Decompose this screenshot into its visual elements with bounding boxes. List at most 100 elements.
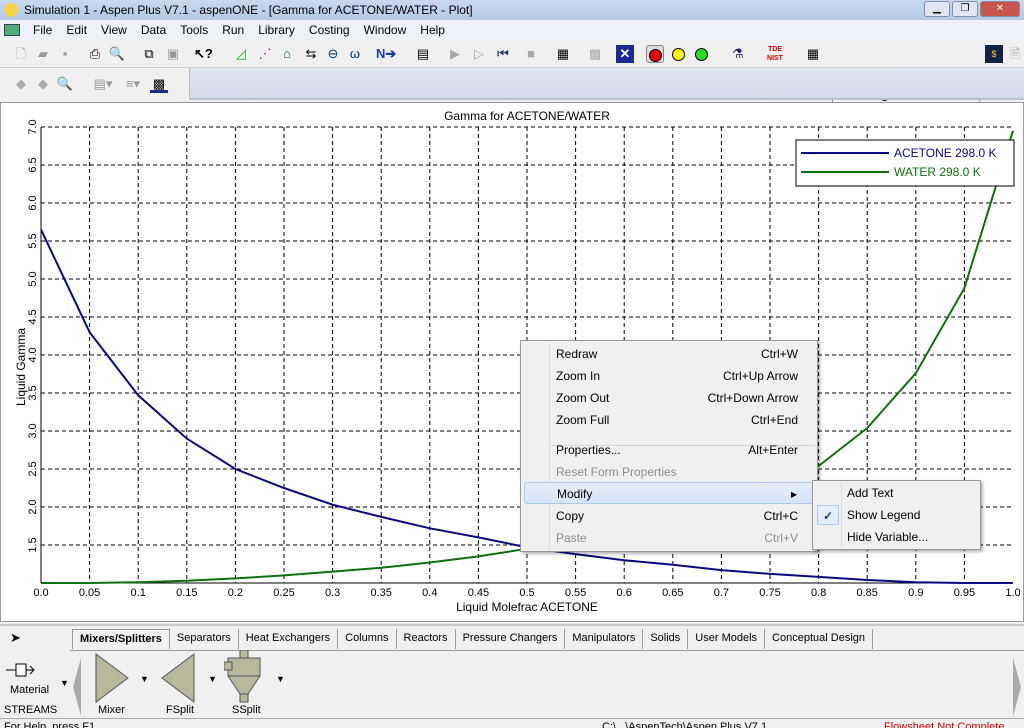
menu-item-copy[interactable]: Copy Ctrl+C <box>524 505 814 527</box>
y-tick-label: 2.0 <box>27 499 39 514</box>
menu-run[interactable]: Run <box>215 23 251 37</box>
legend-label: WATER 298.0 K <box>894 165 981 179</box>
model-fsplit[interactable]: FSplit ▼ <box>160 652 222 718</box>
x-tick-label: 0.2 <box>228 587 243 599</box>
grid-icon[interactable]: ▦ <box>804 45 822 63</box>
green-light-icon[interactable] <box>692 45 710 63</box>
forward-icon[interactable]: ◆ <box>34 75 52 93</box>
menu-file[interactable]: File <box>26 23 59 37</box>
menu-item-zoom-in[interactable]: Zoom In Ctrl+Up Arrow <box>524 365 814 387</box>
submenu-item-hide-variable[interactable]: Hide Variable... <box>815 526 978 548</box>
report-icon[interactable]: 🗎 <box>1006 45 1024 63</box>
menu-item-zoom-full[interactable]: Zoom Full Ctrl+End <box>524 409 814 431</box>
material-stream-button[interactable]: Material STREAMS ▼ <box>4 660 69 720</box>
paste-icon[interactable]: ▣ <box>164 45 182 63</box>
document-icon[interactable] <box>4 24 20 36</box>
dropdown-arrow-icon: ▼ <box>276 674 285 684</box>
print-preview-icon[interactable]: 🔍 <box>108 45 126 63</box>
x-tick-label: 0.7 <box>714 587 729 599</box>
tab-manipulators[interactable]: Manipulators <box>565 629 644 649</box>
x-tick-label: 0.35 <box>370 587 391 599</box>
status-path: C:\...\AspenTech\Aspen Plus V7.1 <box>602 721 768 728</box>
stream-icon[interactable]: ⇆ <box>302 45 320 63</box>
check-icon[interactable]: ▩ <box>586 45 604 63</box>
tab-reactors[interactable]: Reactors <box>397 629 456 649</box>
x-tick-label: 0.6 <box>617 587 632 599</box>
menu-help[interactable]: Help <box>413 23 452 37</box>
whats-this-icon[interactable]: ↖? <box>194 45 213 63</box>
menu-edit[interactable]: Edit <box>59 23 94 37</box>
plot-type-dropdown-icon[interactable]: ▤▾ <box>90 75 116 93</box>
main-toolbar: 🗋 ▰ ▪ ⎙ 🔍 ⧉ ▣ ↖? ◿ ⋰ ⌂ ⇆ ⊖ ω N➔ ▤ ▶ ▷ ⏮ … <box>0 40 1024 104</box>
tab-user-models[interactable]: User Models <box>688 629 766 649</box>
menu-window[interactable]: Window <box>357 23 414 37</box>
app-icon <box>4 3 18 17</box>
yellow-light-icon[interactable] <box>669 45 687 63</box>
tab-columns[interactable]: Columns <box>338 629 397 649</box>
line-style-dropdown-icon[interactable]: ≡▾ <box>120 75 146 93</box>
restore-button[interactable]: ❐ <box>952 1 978 17</box>
run-icon[interactable]: ▶ <box>446 45 464 63</box>
new-icon[interactable]: 🗋 <box>12 45 30 63</box>
results-icon[interactable]: ▦ <box>554 45 572 63</box>
menu-bar: File Edit View Data Tools Run Library Co… <box>0 20 1024 58</box>
submenu-item-add-text[interactable]: Add Text <box>815 482 978 504</box>
tab-solids[interactable]: Solids <box>643 629 689 649</box>
tab-mixers-splitters[interactable]: Mixers/Splitters <box>72 629 170 649</box>
modify-submenu: Add Text ✓ Show Legend Hide Variable... <box>812 480 981 550</box>
print-icon[interactable]: ⎙ <box>86 45 104 63</box>
next-icon[interactable]: N➔ <box>376 45 396 63</box>
y-tick-label: 5.0 <box>27 271 39 286</box>
dropdown-arrow-icon: ▼ <box>60 678 69 688</box>
menu-library[interactable]: Library <box>251 23 302 37</box>
zoom-icon[interactable]: 🔍 <box>56 75 74 93</box>
analysis-icon[interactable]: ω <box>346 45 364 63</box>
data-browser-icon[interactable]: ◿ <box>232 45 250 63</box>
menu-item-properties[interactable]: Properties... Alt+Enter <box>524 439 814 461</box>
cost-icon[interactable]: $ <box>985 45 1003 63</box>
flask-icon[interactable]: ⚗ <box>729 45 747 63</box>
menu-item-modify[interactable]: Modify ▸ <box>524 482 814 504</box>
step-icon[interactable]: ▷ <box>470 45 488 63</box>
control-panel-icon[interactable]: ▤ <box>414 45 432 63</box>
flowsheet-icon[interactable]: ⋰ <box>256 45 274 63</box>
y-tick-label: 1.5 <box>27 537 39 552</box>
menu-view[interactable]: View <box>94 23 134 37</box>
stop-icon[interactable]: ■ <box>522 45 540 63</box>
menu-data[interactable]: Data <box>134 23 173 37</box>
model-ssplit[interactable]: SSplit ▼ <box>224 650 288 718</box>
submenu-item-show-legend[interactable]: ✓ Show Legend <box>815 504 978 526</box>
x-tick-label: 0.55 <box>565 587 586 599</box>
x-tick-label: 0.3 <box>325 587 340 599</box>
menu-item-zoom-out[interactable]: Zoom Out Ctrl+Down Arrow <box>524 387 814 409</box>
model-library-icon[interactable]: ⌂ <box>278 45 296 63</box>
save-icon[interactable]: ▪ <box>56 45 74 63</box>
close-x-icon[interactable]: ✕ <box>616 45 634 63</box>
x-tick-label: 0.25 <box>273 587 294 599</box>
model-mixer[interactable]: Mixer ▼ <box>92 652 152 718</box>
reinit-icon[interactable]: ⏮ <box>494 45 512 63</box>
copy-icon[interactable]: ⧉ <box>140 45 158 63</box>
minimize-button[interactable]: ▁ <box>924 1 950 17</box>
x-tick-label: 0.1 <box>131 587 146 599</box>
y-tick-label: 4.5 <box>27 309 39 324</box>
tab-conceptual-design[interactable]: Conceptual Design <box>765 629 873 649</box>
plot-format-icon[interactable]: ▩ <box>150 75 168 93</box>
nist-tde-icon[interactable]: TDE NIST <box>766 45 784 63</box>
x-tick-label: 0.95 <box>954 587 975 599</box>
select-pointer-icon[interactable]: ➤ <box>10 630 21 646</box>
menu-item-paste: Paste Ctrl+V <box>556 531 798 545</box>
close-button[interactable]: ✕ <box>980 1 1020 17</box>
y-tick-label: 3.0 <box>27 423 39 438</box>
menu-costing[interactable]: Costing <box>302 23 357 37</box>
menu-item-redraw[interactable]: Redraw Ctrl+W <box>524 343 814 365</box>
y-axis-label: Liquid Gamma <box>14 328 28 406</box>
open-icon[interactable]: ▰ <box>34 45 52 63</box>
menu-tools[interactable]: Tools <box>173 23 215 37</box>
tab-pressure-changers[interactable]: Pressure Changers <box>456 629 566 649</box>
unit-icon[interactable]: ⊖ <box>324 45 342 63</box>
red-light-icon[interactable] <box>646 45 664 63</box>
back-icon[interactable]: ◆ <box>12 75 30 93</box>
tab-separators[interactable]: Separators <box>170 629 239 649</box>
tab-heat-exchangers[interactable]: Heat Exchangers <box>239 629 339 649</box>
